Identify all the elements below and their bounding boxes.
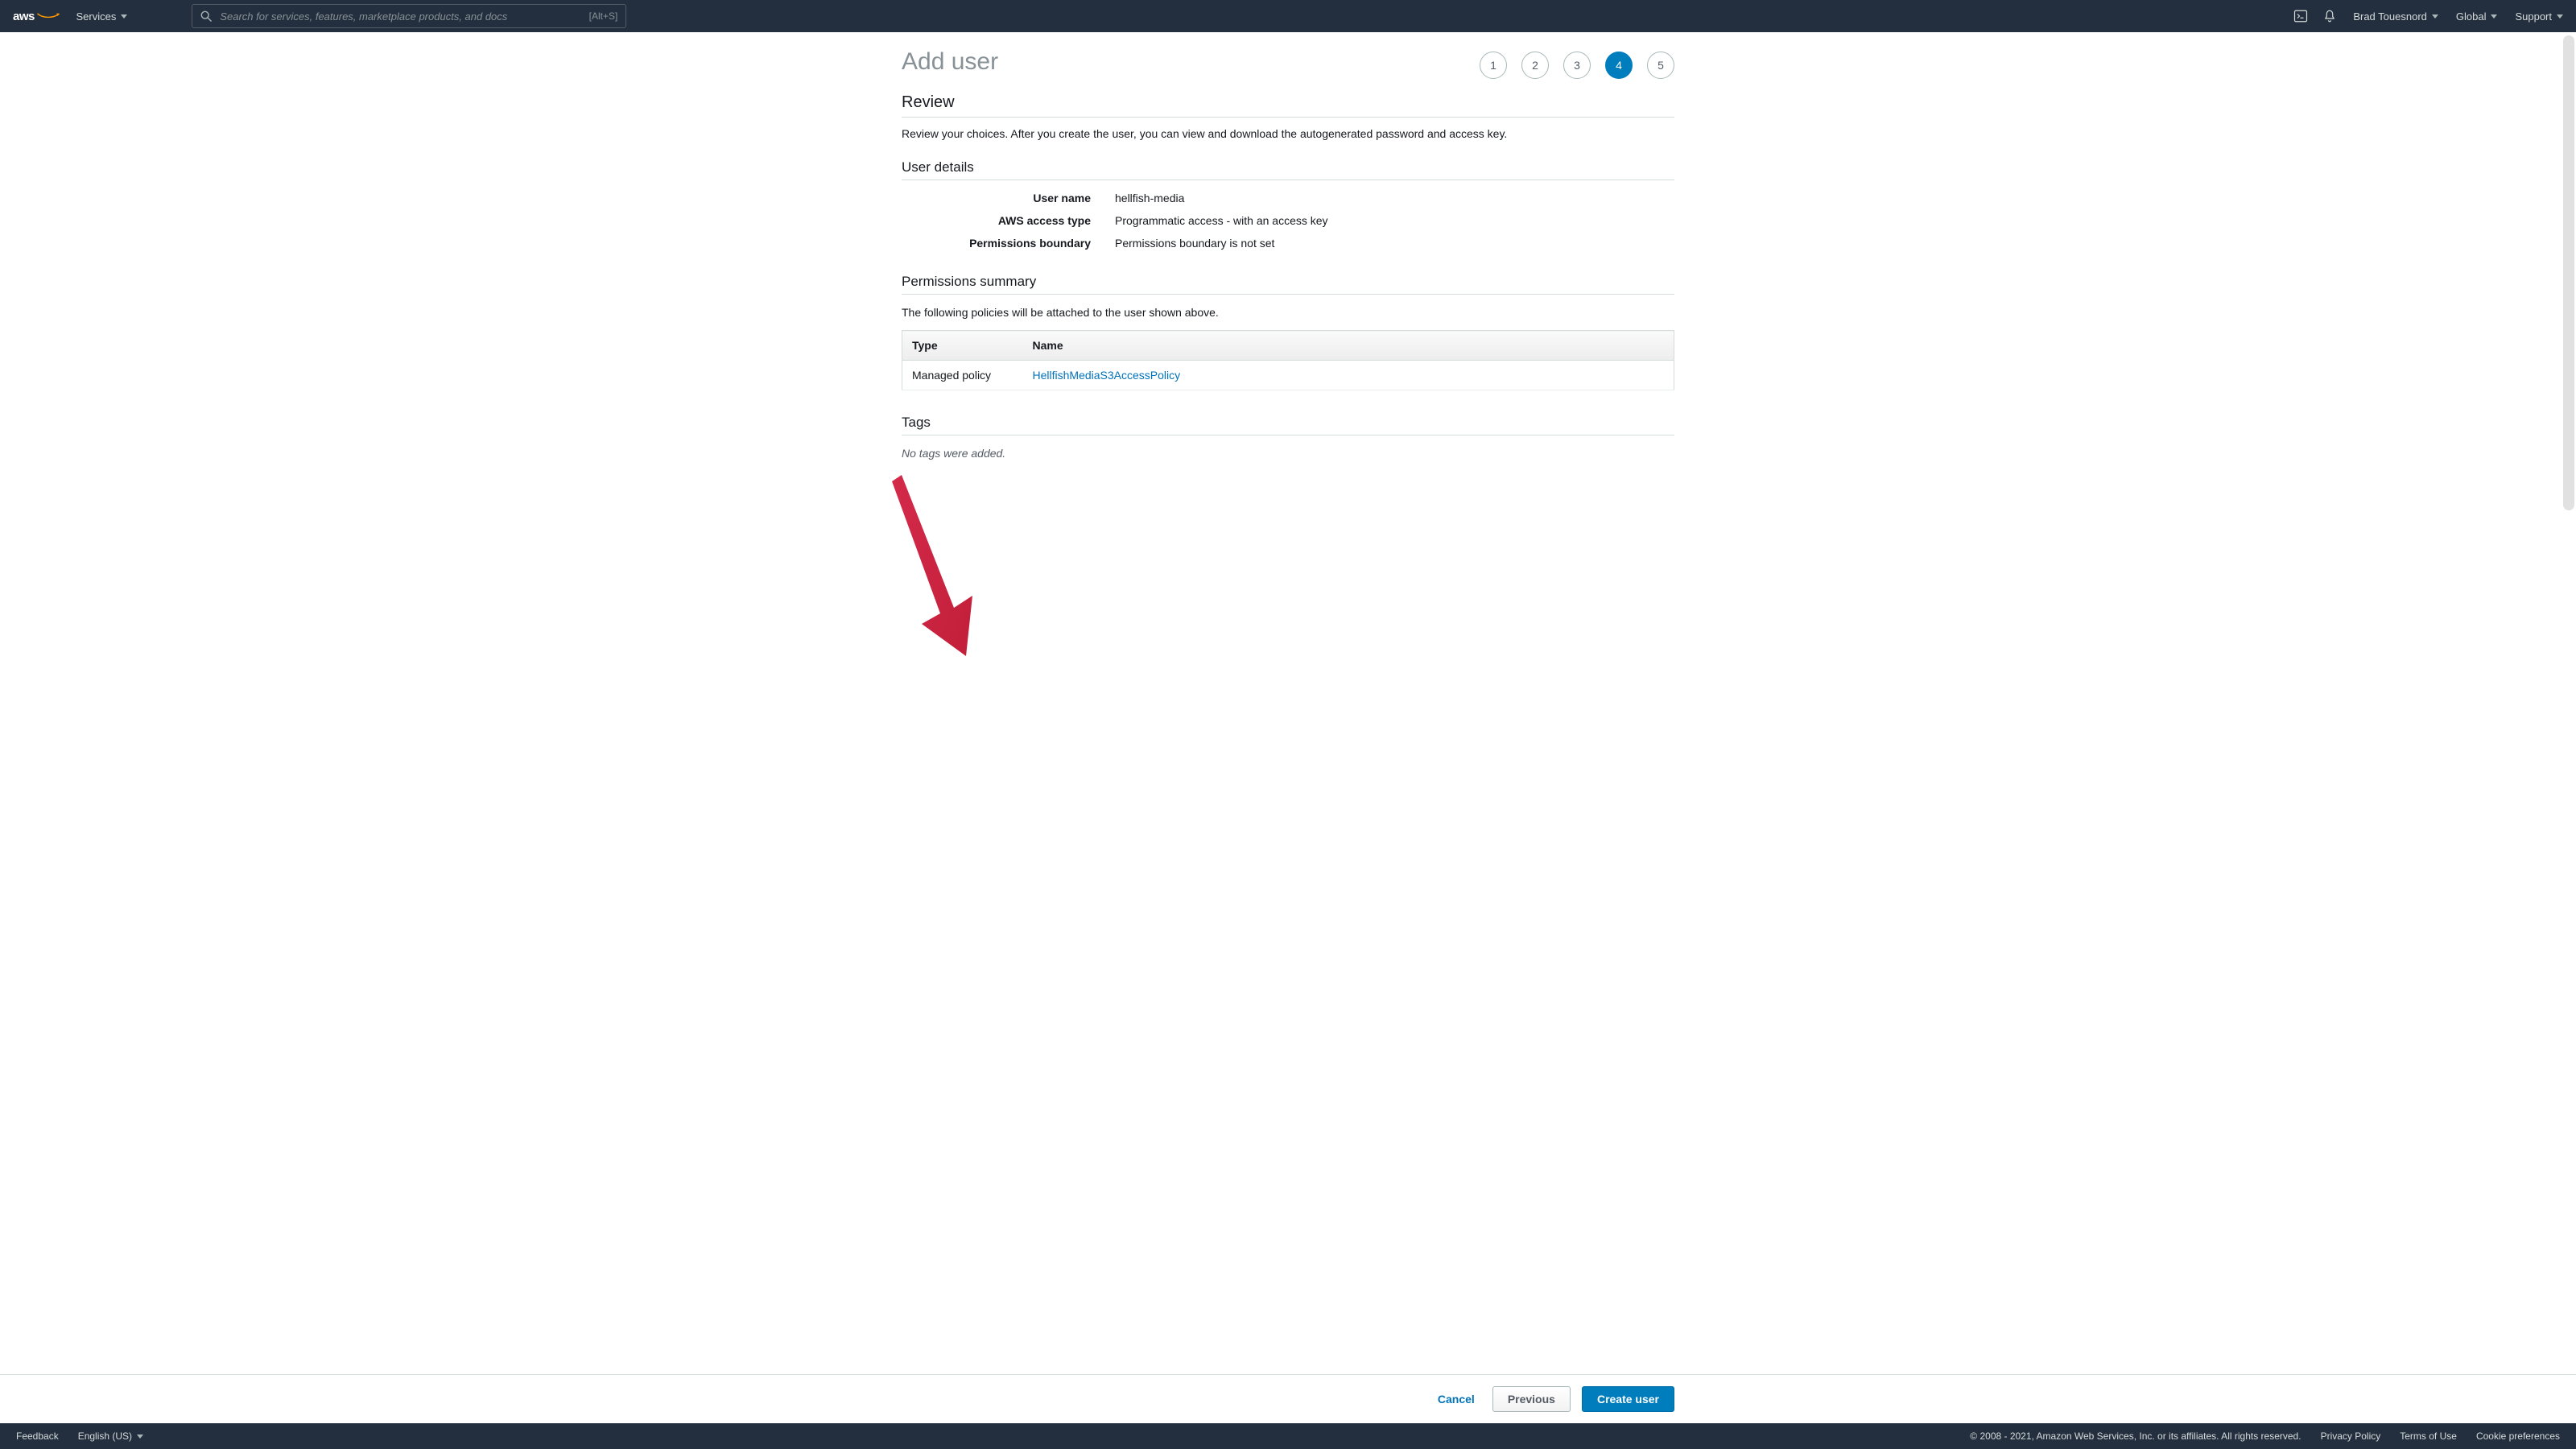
scrollbar[interactable] [2563,35,2574,510]
tags-heading: Tags [902,415,1674,436]
search-shortcut-hint: [Alt+S] [589,10,618,22]
account-menu[interactable]: Brad Touesnord [2353,10,2438,23]
wizard-step-1[interactable]: 1 [1480,52,1507,79]
top-nav: aws Services [Alt+S] [0,0,2576,32]
permissions-desc: The following policies will be attached … [902,306,1674,319]
language-label: English (US) [78,1430,132,1442]
language-menu[interactable]: English (US) [78,1430,143,1442]
policies-table: Type Name Managed policy HellfishMediaS3… [902,330,1674,390]
create-user-button[interactable]: Create user [1582,1386,1674,1412]
caret-down-icon [2557,14,2563,19]
account-name: Brad Touesnord [2353,10,2427,23]
caret-down-icon [2491,14,2497,19]
services-label: Services [76,10,116,23]
user-detail-value: hellfish-media [1115,192,1184,204]
main-content: Add user 1 2 3 4 5 Review Review your ch… [0,32,2576,1374]
permissions-heading: Permissions summary [902,274,1674,295]
services-menu[interactable]: Services [76,10,127,23]
feedback-link[interactable]: Feedback [16,1430,59,1442]
user-detail-label: Permissions boundary [902,237,1091,250]
policy-name-link[interactable]: HellfishMediaS3AccessPolicy [1033,369,1181,382]
page-title: Add user [902,48,998,76]
wizard-step-5[interactable]: 5 [1647,52,1674,79]
caret-down-icon [2432,14,2438,19]
caret-down-icon [137,1435,143,1439]
nav-icon-group [2293,9,2337,23]
user-details-block: User name hellfish-media AWS access type… [902,192,1674,250]
user-detail-row: User name hellfish-media [902,192,1674,204]
review-subtext: Review your choices. After you create th… [902,127,1674,140]
aws-logo-text: aws [13,10,35,23]
copyright-text: © 2008 - 2021, Amazon Web Services, Inc.… [1970,1430,2301,1442]
policy-type-cell: Managed policy [902,361,1023,390]
terms-link[interactable]: Terms of Use [2400,1430,2457,1442]
wizard-steps: 1 2 3 4 5 [1480,48,1674,79]
search-container: [Alt+S] [192,4,626,28]
footer: Feedback English (US) © 2008 - 2021, Ama… [0,1423,2576,1449]
wizard-step-3[interactable]: 3 [1563,52,1591,79]
cloudshell-icon[interactable] [2293,9,2308,23]
user-detail-label: AWS access type [902,214,1091,227]
user-detail-value: Permissions boundary is not set [1115,237,1274,250]
caret-down-icon [121,14,127,19]
region-label: Global [2456,10,2487,23]
search-icon [200,10,212,22]
cookies-link[interactable]: Cookie preferences [2476,1430,2560,1442]
review-heading: Review [902,93,1674,118]
region-menu[interactable]: Global [2456,10,2498,23]
notifications-icon[interactable] [2322,9,2337,23]
previous-button[interactable]: Previous [1492,1386,1571,1412]
user-detail-row: AWS access type Programmatic access - wi… [902,214,1674,227]
search-box[interactable]: [Alt+S] [192,4,626,28]
user-detail-value: Programmatic access - with an access key [1115,214,1328,227]
table-row: Managed policy HellfishMediaS3AccessPoli… [902,361,1674,390]
wizard-step-2[interactable]: 2 [1521,52,1549,79]
cancel-button[interactable]: Cancel [1431,1387,1481,1411]
user-detail-label: User name [902,192,1091,204]
user-detail-row: Permissions boundary Permissions boundar… [902,237,1674,250]
nav-right-group: Brad Touesnord Global Support [2353,10,2563,23]
wizard-step-4[interactable]: 4 [1605,52,1633,79]
page-header: Add user 1 2 3 4 5 [902,48,1674,79]
support-menu[interactable]: Support [2515,10,2563,23]
tags-empty-text: No tags were added. [902,447,1674,460]
privacy-link[interactable]: Privacy Policy [2321,1430,2381,1442]
aws-smile-icon [37,12,60,20]
policies-col-name: Name [1023,331,1674,361]
button-bar-wrap: Cancel Previous Create user [0,1374,2576,1423]
user-details-heading: User details [902,159,1674,180]
button-bar: Cancel Previous Create user [902,1386,1674,1412]
policies-col-type: Type [902,331,1023,361]
aws-logo[interactable]: aws [13,10,60,23]
support-label: Support [2515,10,2552,23]
search-input[interactable] [220,10,580,23]
